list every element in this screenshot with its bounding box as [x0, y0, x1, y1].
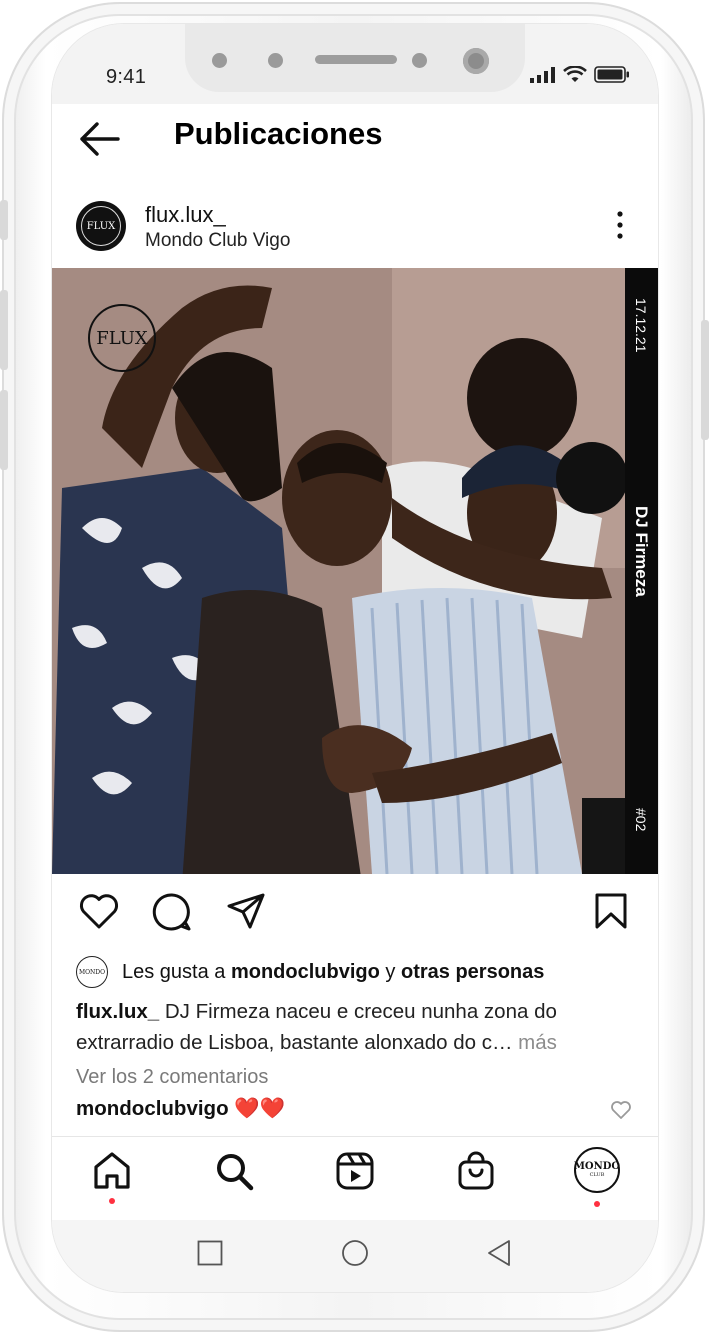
- sensor-dot-icon: [412, 53, 427, 68]
- band-date: 17.12.21: [633, 298, 649, 353]
- phone-side-button: [0, 200, 8, 240]
- phone-power-button: [701, 320, 709, 440]
- notch: [185, 24, 525, 92]
- likes-row[interactable]: MONDO Les gusta a mondoclubvigo y otras …: [76, 956, 544, 988]
- comment-text: ❤️❤️: [228, 1097, 286, 1120]
- photo-info-band: 17.12.21 DJ Firmeza #02: [625, 268, 658, 874]
- profile-avatar-text: MONDO: [573, 1160, 621, 1172]
- post-location[interactable]: Mondo Club Vigo: [145, 230, 290, 252]
- phone-volume-up: [0, 290, 8, 370]
- front-camera-icon: [463, 48, 489, 74]
- bottom-navigation: MONDO CLUB: [52, 1136, 658, 1220]
- system-navigation: [52, 1220, 658, 1292]
- comment-like-heart-icon[interactable]: [610, 1100, 632, 1120]
- sensor-dot-icon: [268, 53, 283, 68]
- back-triangle-icon[interactable]: [486, 1239, 512, 1267]
- avatar[interactable]: FLUX: [76, 201, 126, 251]
- phone-screen: 9:41 Publicaciones FLUX flux.lux_ Mondo …: [52, 24, 658, 1292]
- likes-text: Les gusta a mondoclubvigo y otras person…: [122, 960, 545, 983]
- flux-logo: FLUX: [88, 304, 156, 372]
- band-artist: DJ Firmeza: [632, 506, 651, 597]
- share-send-icon[interactable]: [226, 892, 266, 930]
- post-actions: [52, 876, 658, 950]
- more-options-icon[interactable]: [614, 210, 626, 240]
- status-icons: [530, 66, 630, 83]
- post-header: FLUX flux.lux_ Mondo Club Vigo: [52, 186, 658, 268]
- band-number: #02: [633, 808, 649, 832]
- home-icon[interactable]: [92, 1151, 132, 1191]
- like-heart-icon[interactable]: [78, 892, 120, 930]
- speaker-grille: [315, 55, 397, 64]
- avatar-logo-text: FLUX: [81, 206, 121, 246]
- comment-icon[interactable]: [152, 892, 192, 932]
- comment-preview: mondoclubvigo ❤️❤️: [76, 1097, 285, 1121]
- back-arrow-icon[interactable]: [78, 120, 120, 158]
- app-header: Publicaciones: [52, 104, 658, 186]
- search-icon[interactable]: [214, 1151, 254, 1191]
- status-time: 9:41: [106, 66, 147, 88]
- phone-volume-down: [0, 390, 8, 470]
- post-username[interactable]: flux.lux_: [145, 202, 226, 228]
- profile-activity-dot: [594, 1201, 600, 1207]
- signal-icon: [530, 67, 555, 83]
- profile-avatar-subtext: CLUB: [589, 1171, 605, 1178]
- comment-username[interactable]: mondoclubvigo: [76, 1097, 229, 1120]
- home-activity-dot: [109, 1198, 115, 1204]
- caption-username[interactable]: flux.lux_: [76, 1000, 159, 1023]
- shop-bag-icon[interactable]: [456, 1151, 496, 1191]
- status-bar: 9:41: [52, 24, 658, 104]
- reels-icon[interactable]: [335, 1151, 375, 1191]
- view-comments-link[interactable]: Ver los 2 comentarios: [76, 1066, 268, 1089]
- profile-avatar[interactable]: MONDO CLUB: [574, 1147, 620, 1193]
- post-image[interactable]: FLUX 17.12.21 DJ Firmeza #02: [52, 268, 658, 874]
- wifi-icon: [563, 66, 587, 82]
- home-circle-icon[interactable]: [341, 1239, 369, 1267]
- battery-icon: [594, 66, 629, 83]
- recent-apps-icon[interactable]: [197, 1240, 223, 1266]
- liker-avatar[interactable]: MONDO: [76, 956, 108, 988]
- save-bookmark-icon[interactable]: [594, 892, 628, 930]
- post-caption: flux.lux_ DJ Firmeza naceu e creceu nunh…: [76, 996, 636, 1058]
- page-title: Publicaciones: [174, 116, 383, 151]
- sensor-dot-icon: [212, 53, 227, 68]
- caption-more-link[interactable]: más: [512, 1031, 557, 1054]
